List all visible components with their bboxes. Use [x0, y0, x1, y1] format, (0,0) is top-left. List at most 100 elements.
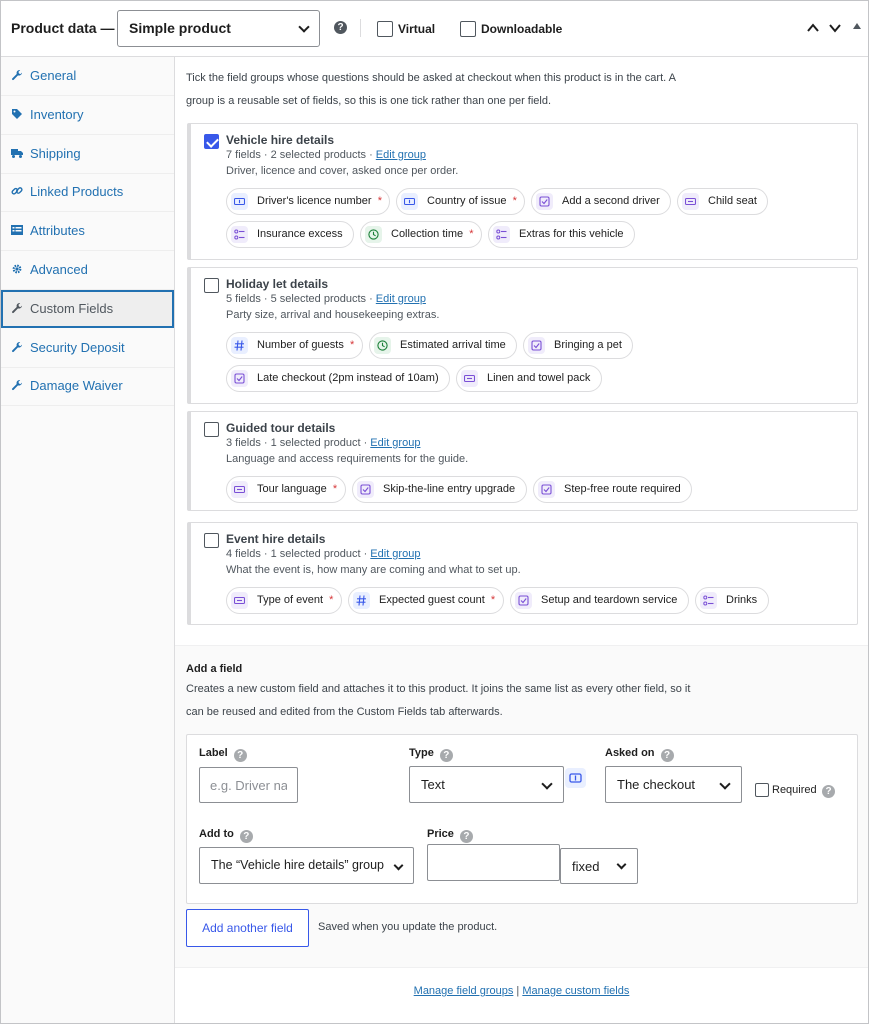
help-icon[interactable]: ? [239, 830, 253, 843]
add-field-section: Add a field Creates a new custom field a… [175, 645, 868, 967]
field-chip[interactable]: Linen and towel pack [456, 365, 602, 392]
wrench-icon [11, 379, 23, 391]
group-title: Guided tour details [226, 421, 336, 435]
product-type-value: Simple product [129, 20, 231, 36]
field-chip[interactable]: Collection time * [360, 221, 482, 248]
price-type-select[interactable]: fixed [560, 848, 638, 884]
collapse-toggle-icon[interactable] [852, 21, 862, 31]
tab-linked-products[interactable]: Linked Products [1, 173, 174, 213]
text-field-icon [231, 193, 248, 210]
field-chip[interactable]: Add a second driver [531, 188, 671, 215]
tab-custom-fields[interactable]: Custom Fields [1, 289, 174, 328]
downloadable-checkbox[interactable] [460, 21, 476, 37]
tab-damage-waiver[interactable]: Damage Waiver [1, 367, 174, 407]
field-chip[interactable]: Skip-the-line entry upgrade [352, 476, 527, 503]
field-chip-text: Setup and teardown service [541, 594, 678, 606]
group-checkbox[interactable] [204, 278, 219, 293]
product-data-tabs: General Inventory Shipping Linked Products A… [1, 57, 175, 1023]
group-checkbox[interactable] [204, 422, 219, 437]
field-chip-text: Skip-the-line entry upgrade [383, 483, 516, 495]
field-chip[interactable]: Late checkout (2pm instead of 10am) [226, 365, 450, 392]
field-chip[interactable]: Country of issue * [396, 188, 525, 215]
clock-icon [365, 226, 382, 243]
edit-group-link[interactable]: Edit group [370, 548, 420, 560]
group-meta-text: 5 fields · 5 selected products · [226, 293, 376, 305]
type-select[interactable]: Text [409, 766, 564, 803]
manage-custom-fields-link[interactable]: Manage custom fields [522, 985, 629, 997]
field-chip-label: Expected guest count * [379, 594, 495, 606]
tab-attributes[interactable]: Attributes [1, 212, 174, 252]
help-icon[interactable]: ? [822, 785, 835, 798]
field-chip[interactable]: Bringing a pet [523, 332, 633, 359]
price-type-value: fixed [572, 859, 600, 874]
required-asterisk: * [463, 228, 474, 240]
field-chip-text: Bringing a pet [554, 339, 622, 351]
type-field-label: Type? [409, 747, 453, 762]
required-label: Required [772, 784, 817, 796]
field-chip[interactable]: Tour language * [226, 476, 346, 503]
custom-fields-panel: Tick the field groups whose questions sh… [175, 57, 868, 1023]
label-input[interactable] [199, 767, 298, 803]
tab-label: Damage Waiver [30, 378, 123, 394]
field-chip-text: Estimated arrival time [400, 339, 506, 351]
field-chip[interactable]: Expected guest count * [348, 587, 504, 614]
price-input[interactable] [427, 844, 560, 881]
field-chip[interactable]: Child seat [677, 188, 768, 215]
downloadable-label: Downloadable [481, 22, 563, 36]
edit-group-link[interactable]: Edit group [370, 437, 420, 449]
field-chip[interactable]: Step-free route required [533, 476, 692, 503]
field-chip[interactable]: Setup and teardown service [510, 587, 689, 614]
virtual-checkbox[interactable] [377, 21, 393, 37]
tab-label: Linked Products [30, 184, 124, 200]
edit-group-link[interactable]: Edit group [376, 293, 426, 305]
add-to-select-value: The “Vehicle hire details” group [211, 858, 385, 872]
move-up-icon[interactable] [806, 21, 820, 35]
field-group-card: Event hire details 4 fields · 1 selected … [187, 522, 858, 625]
field-chip[interactable]: Estimated arrival time [369, 332, 517, 359]
checkbox-field-icon [536, 193, 553, 210]
move-down-icon[interactable] [828, 21, 842, 35]
checkbox-field-icon [528, 337, 545, 354]
tab-general[interactable]: General [1, 57, 174, 96]
help-icon[interactable]: ? [334, 21, 347, 34]
tab-advanced[interactable]: Advanced [1, 251, 174, 290]
group-checkbox[interactable] [204, 533, 219, 548]
edit-group-link[interactable]: Edit group [376, 149, 426, 161]
field-chip[interactable]: Extras for this vehicle [488, 221, 635, 248]
field-chip[interactable]: Type of event * [226, 587, 342, 614]
asked-on-select-value: The checkout [617, 777, 696, 792]
group-meta: 5 fields · 5 selected products · Edit gr… [226, 293, 426, 305]
tab-shipping[interactable]: Shipping [1, 135, 174, 174]
field-chip-label: Late checkout (2pm instead of 10am) [257, 372, 439, 384]
help-icon[interactable]: ? [233, 749, 247, 762]
tab-inventory[interactable]: Inventory [1, 96, 174, 135]
asked-on-select[interactable]: The checkout [605, 766, 742, 803]
field-chip-label: Child seat [708, 195, 757, 207]
group-description: Driver, licence and cover, asked once pe… [226, 165, 459, 177]
checkbox-field-icon [231, 370, 248, 387]
tab-security-deposit[interactable]: Security Deposit [1, 329, 174, 368]
panel-footer: Manage field groups | Manage custom fiel… [175, 967, 868, 1023]
chevron-down-icon [616, 859, 627, 870]
select-field-icon [231, 481, 248, 498]
required-checkbox[interactable] [755, 783, 769, 797]
clock-icon [374, 337, 391, 354]
field-chip[interactable]: Driver's licence number * [226, 188, 390, 215]
help-icon[interactable]: ? [459, 830, 473, 843]
field-chip[interactable]: Drinks [695, 587, 769, 614]
help-icon[interactable]: ? [439, 749, 453, 762]
field-chip-text: Child seat [708, 195, 757, 207]
help-icon[interactable]: ? [660, 749, 674, 762]
field-group-card: Holiday let details 5 fields · 5 selected… [187, 267, 858, 404]
group-checkbox[interactable] [204, 134, 219, 149]
product-type-select[interactable]: Simple product [117, 10, 320, 47]
add-to-select[interactable]: The “Vehicle hire details” group [199, 847, 414, 884]
manage-field-groups-link[interactable]: Manage field groups [414, 985, 514, 997]
field-chip-text: Driver's licence number [257, 195, 372, 207]
field-chip[interactable]: Insurance excess [226, 221, 354, 248]
field-chip-text: Type of event [257, 594, 324, 606]
field-chip[interactable]: Number of guests * [226, 332, 363, 359]
checkbox-field-icon [357, 481, 374, 498]
add-another-field-button[interactable]: Add another field [186, 909, 309, 947]
panel-header: Product data — Simple product ? Virtual … [1, 1, 868, 57]
